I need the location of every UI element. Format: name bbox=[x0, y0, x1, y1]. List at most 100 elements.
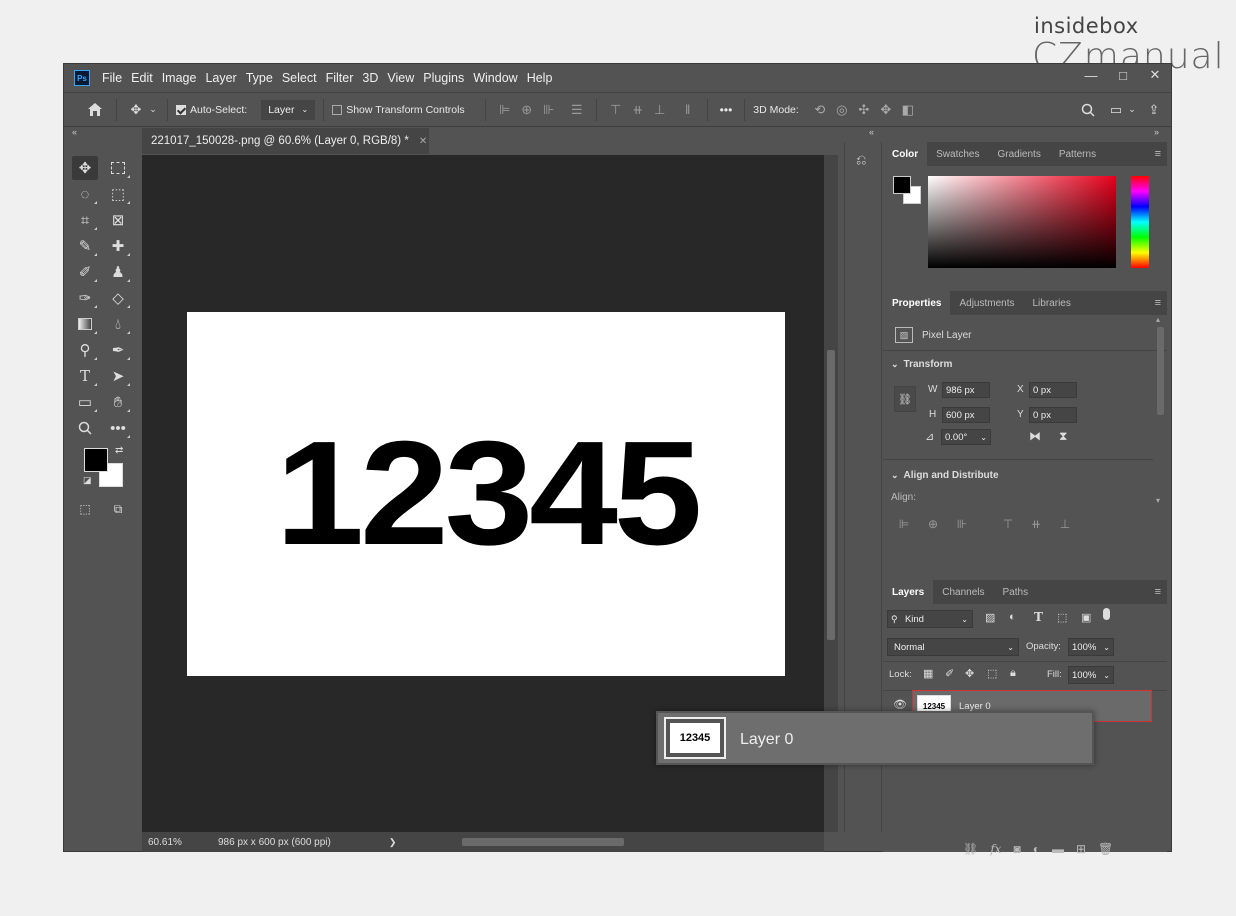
zoom-tool-icon[interactable] bbox=[72, 416, 98, 440]
tab-properties[interactable]: Properties bbox=[883, 291, 951, 315]
horizontal-scroll-thumb[interactable] bbox=[462, 838, 624, 846]
blur-tool-icon[interactable]: 💧︎ bbox=[105, 312, 131, 336]
more-options-button[interactable]: ••• bbox=[720, 103, 733, 117]
layer-filter-dropdown[interactable]: ⚲ Kind ⌄ bbox=[887, 610, 973, 628]
panel-menu-icon[interactable]: ≡ bbox=[1155, 297, 1161, 309]
brush-tool-icon[interactable]: ✐ bbox=[72, 260, 98, 284]
frame-tool-icon[interactable]: ⊠ bbox=[105, 208, 131, 232]
filter-pixel-icon[interactable]: ▨ bbox=[985, 611, 995, 624]
hand-tool-icon[interactable]: ✋︎ bbox=[105, 390, 131, 414]
tab-layers[interactable]: Layers bbox=[883, 580, 934, 604]
lasso-tool-icon[interactable]: ◌ bbox=[72, 182, 98, 206]
menu-filter[interactable]: Filter bbox=[323, 71, 360, 85]
tab-swatches[interactable]: Swatches bbox=[927, 142, 988, 166]
lock-all-icon[interactable]: 🔒︎ bbox=[1010, 667, 1016, 680]
auto-select-dropdown[interactable]: Layer ⌄ bbox=[261, 99, 316, 120]
collapse-iconstrip-icon[interactable]: « bbox=[869, 127, 874, 141]
object-select-tool-icon[interactable]: ⬚ bbox=[105, 182, 131, 206]
align-top-icon[interactable]: ⊤ bbox=[1001, 517, 1015, 531]
clone-stamp-tool-icon[interactable]: ♟ bbox=[105, 260, 131, 284]
eyedropper-tool-icon[interactable]: ✎ bbox=[72, 234, 98, 258]
menu-select[interactable]: Select bbox=[279, 71, 323, 85]
foreground-color-swatch[interactable] bbox=[84, 448, 108, 472]
opacity-field[interactable]: 100% ⌄ bbox=[1068, 638, 1114, 656]
filter-adjustment-icon[interactable]: ◐ bbox=[1009, 611, 1016, 623]
height-field[interactable]: 600 px bbox=[942, 407, 990, 423]
show-transform-checkbox[interactable] bbox=[332, 104, 343, 115]
menu-type[interactable]: Type bbox=[243, 71, 279, 85]
align-top-icon[interactable]: ⊤ bbox=[605, 99, 627, 121]
flip-horizontal-icon[interactable]: ⧓ bbox=[1029, 429, 1041, 443]
pen-tool-icon[interactable]: ✒ bbox=[105, 338, 131, 362]
marquee-tool-icon[interactable] bbox=[105, 156, 131, 180]
collapse-panels-icon[interactable]: » bbox=[1154, 127, 1159, 141]
quick-mask-icon[interactable]: ⬚ bbox=[72, 497, 98, 521]
collapse-toolbar-icon[interactable]: « bbox=[72, 127, 77, 141]
search-icon[interactable] bbox=[1077, 99, 1099, 121]
menu-window[interactable]: Window bbox=[470, 71, 523, 85]
align-right-icon[interactable]: ⊪ bbox=[538, 99, 560, 121]
menu-plugins[interactable]: Plugins bbox=[420, 71, 470, 85]
close-button[interactable]: ✕ bbox=[1139, 64, 1171, 86]
link-layers-icon[interactable]: ⛓︎ bbox=[963, 842, 978, 858]
move-tool-icon[interactable]: ✥ bbox=[72, 156, 98, 180]
new-group-icon[interactable]: ▬ bbox=[1052, 842, 1064, 858]
default-colors-icon[interactable]: ◪ bbox=[83, 475, 92, 486]
swap-colors-icon[interactable]: ⇄ bbox=[115, 445, 123, 456]
auto-select-checkbox[interactable] bbox=[176, 104, 186, 115]
transform-section-label[interactable]: ⌄ Transform bbox=[891, 359, 952, 370]
filter-shape-icon[interactable]: ⬚ bbox=[1057, 611, 1067, 624]
share-icon[interactable]: ⇪ bbox=[1143, 99, 1165, 121]
width-field[interactable]: 986 px bbox=[942, 382, 990, 398]
zoom-level[interactable]: 60.61% bbox=[148, 837, 212, 848]
tab-patterns[interactable]: Patterns bbox=[1050, 142, 1105, 166]
menu-layer[interactable]: Layer bbox=[202, 71, 242, 85]
fill-field[interactable]: 100% ⌄ bbox=[1068, 666, 1114, 684]
color-picker-field[interactable] bbox=[928, 176, 1116, 268]
link-dimensions-icon[interactable]: ⛓︎ bbox=[894, 386, 916, 412]
filter-toggle-icon[interactable] bbox=[1103, 608, 1110, 620]
align-right-icon[interactable]: ⊪ bbox=[955, 517, 969, 531]
properties-scrollbar[interactable]: ▴ ▾ bbox=[1155, 315, 1165, 505]
y-field[interactable]: 0 px bbox=[1029, 407, 1077, 423]
align-hcenter-icon[interactable]: ⊕ bbox=[926, 517, 940, 531]
rectangle-tool-icon[interactable]: ▭ bbox=[72, 390, 98, 414]
path-selection-tool-icon[interactable]: ➤ bbox=[105, 364, 131, 388]
menu-view[interactable]: View bbox=[384, 71, 420, 85]
tool-preset-chevron-icon[interactable]: ⌄ bbox=[147, 99, 159, 121]
properties-scroll-thumb[interactable] bbox=[1157, 327, 1164, 415]
close-tab-icon[interactable]: ✕ bbox=[419, 136, 427, 147]
workspace-icon[interactable]: ▭ bbox=[1105, 99, 1127, 121]
tab-gradients[interactable]: Gradients bbox=[988, 142, 1049, 166]
3d-camera-icon[interactable]: ◧ bbox=[897, 99, 919, 121]
chevron-down-icon[interactable]: ▾ bbox=[1156, 496, 1160, 505]
fx-icon[interactable]: fx bbox=[990, 842, 1001, 858]
type-tool-icon[interactable]: T bbox=[72, 364, 98, 388]
menu-file[interactable]: File bbox=[99, 71, 128, 85]
menu-image[interactable]: Image bbox=[159, 71, 203, 85]
align-bottom-icon[interactable]: ⊥ bbox=[1058, 517, 1072, 531]
tab-color[interactable]: Color bbox=[883, 142, 928, 166]
distribute-icon[interactable]: ☰ bbox=[566, 99, 588, 121]
new-layer-icon[interactable]: ⊞ bbox=[1076, 842, 1086, 858]
eraser-tool-icon[interactable]: ◇ bbox=[105, 286, 131, 310]
align-left-icon[interactable]: ⊫ bbox=[494, 99, 516, 121]
lock-position-icon[interactable]: ✥ bbox=[965, 667, 974, 680]
3d-roll-icon[interactable]: ◎ bbox=[831, 99, 853, 121]
panel-foreground-swatch[interactable] bbox=[893, 176, 911, 194]
history-panel-icon[interactable]: ⎌ bbox=[856, 152, 866, 168]
3d-orbit-icon[interactable]: ⟲ bbox=[809, 99, 831, 121]
crop-tool-icon[interactable]: ⌗ bbox=[72, 208, 98, 232]
gradient-tool-icon[interactable] bbox=[72, 312, 98, 336]
tab-channels[interactable]: Channels bbox=[933, 580, 993, 604]
menu-3d[interactable]: 3D bbox=[359, 71, 384, 85]
align-vcenter-icon[interactable]: ⧺ bbox=[1029, 517, 1043, 531]
screen-mode-icon[interactable]: ⧉ bbox=[105, 497, 131, 521]
delete-layer-icon[interactable]: 🗑︎ bbox=[1098, 842, 1113, 858]
menu-help[interactable]: Help bbox=[524, 71, 559, 85]
document-tab[interactable]: 221017_150028-.png @ 60.6% (Layer 0, RGB… bbox=[142, 128, 429, 154]
filter-smart-icon[interactable]: ▣ bbox=[1081, 611, 1091, 624]
workspace-chevron-icon[interactable]: ⌄ bbox=[1127, 99, 1137, 121]
blend-mode-dropdown[interactable]: Normal ⌄ bbox=[887, 638, 1019, 656]
3d-slide-icon[interactable]: ✥ bbox=[875, 99, 897, 121]
